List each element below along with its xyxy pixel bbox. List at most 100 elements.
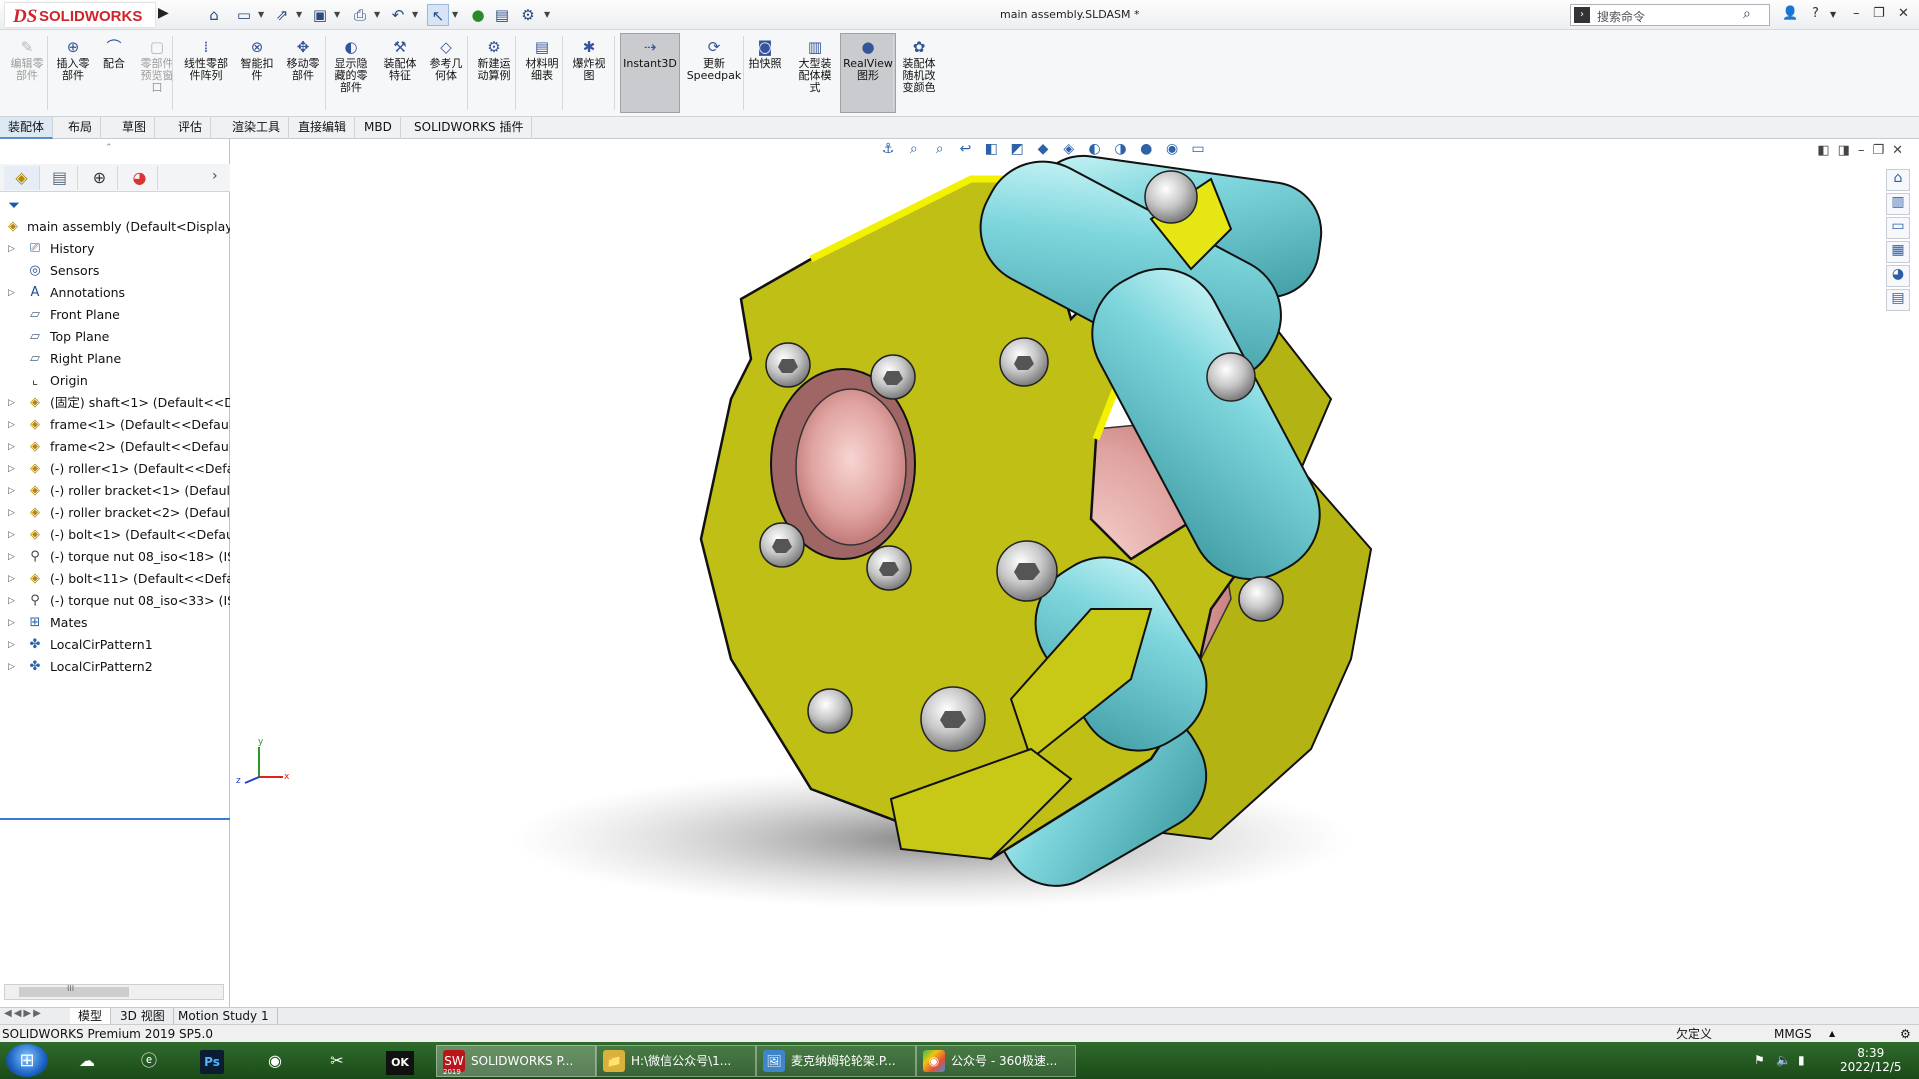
cmd-tab[interactable]: 直接编辑: [290, 117, 356, 139]
expand-arrow-icon[interactable]: ▷: [8, 414, 18, 436]
baidu-netdisk-icon[interactable]: ☁: [66, 1045, 108, 1076]
cmd-tab[interactable]: 渲染工具: [224, 117, 290, 139]
ie-browser-icon[interactable]: ⓔ: [128, 1045, 170, 1076]
tab-motion-study-1[interactable]: Motion Study 1: [170, 1008, 278, 1025]
help-icon[interactable]: ?: [1812, 6, 1819, 21]
cmd-component-preview-button[interactable]: ▢ 零部件 预览窗口: [137, 38, 177, 94]
tray-flag-icon[interactable]: ⚑: [1754, 1053, 1765, 1067]
cmd-exploded-view-button[interactable]: ✱ 爆炸视图: [568, 38, 610, 82]
tree-item[interactable]: ▱ Right Plane: [0, 348, 230, 370]
tree-item[interactable]: ▷ ◈ (-) roller<1> (Default<<Defaul: [0, 458, 230, 480]
snipping-tool-icon[interactable]: ✂: [316, 1045, 358, 1076]
taskbar-window-button[interactable]: 🖼 麦克纳姆轮轮架.P...: [756, 1045, 916, 1077]
tree-item[interactable]: ▷ ⚲ (-) torque nut 08_iso<18> (ISC: [0, 546, 230, 568]
featuremanager-tab-icon[interactable]: ◈: [4, 166, 40, 190]
tree-item[interactable]: ▷ ◈ (-) roller bracket<1> (Default<: [0, 480, 230, 502]
solidworks-logo[interactable]: DS SOLIDWORKS: [4, 2, 156, 28]
file-properties-icon[interactable]: ▤: [491, 4, 513, 26]
expand-arrow-icon[interactable]: ▷: [8, 502, 18, 524]
units-dropdown-icon[interactable]: ▲: [1829, 1025, 1835, 1043]
taskbar-window-button[interactable]: 📁 H:\微信公众号\1...: [596, 1045, 756, 1077]
tree-item[interactable]: ▷ ⚲ (-) torque nut 08_iso<33> (ISC: [0, 590, 230, 612]
start-button-icon[interactable]: ⊞: [6, 1044, 48, 1077]
save-dropdown-icon[interactable]: ▼: [334, 10, 340, 19]
expand-arrow-icon[interactable]: ▷: [8, 238, 18, 260]
cmd-instant3d-button[interactable]: ⇢ Instant3D: [620, 33, 680, 113]
open-folder-icon[interactable]: ⇗: [271, 4, 293, 26]
expand-arrow-icon[interactable]: ▷: [8, 634, 18, 656]
restore-window-icon[interactable]: ❐: [1873, 6, 1885, 21]
tabs-scroll-right-icon[interactable]: ›: [212, 168, 218, 184]
cmd-tab[interactable]: MBD: [356, 117, 401, 139]
undo-dropdown-icon[interactable]: ▼: [412, 10, 418, 19]
home-icon[interactable]: ⌂: [203, 4, 225, 26]
cmd-speedpak-button[interactable]: ⟳ 更新 Speedpak: [686, 38, 742, 82]
viewport-window-controls[interactable]: ◧◨–❐✕: [1817, 143, 1911, 158]
new-dropdown-icon[interactable]: ▼: [258, 10, 264, 19]
cmd-snapshot-button[interactable]: ◙ 拍快照: [746, 38, 784, 70]
expand-arrow-icon[interactable]: ▷: [8, 392, 18, 414]
tree-item[interactable]: ▷ ⎚ History: [0, 238, 230, 260]
expand-arrow-icon[interactable]: ▷: [8, 656, 18, 678]
cmd-new-motion-study-button[interactable]: ⚙ 新建运 动算例: [472, 38, 516, 82]
tree-item[interactable]: ▷ ◈ frame<1> (Default<<Default>_: [0, 414, 230, 436]
expand-arrow-icon[interactable]: ▷: [8, 524, 18, 546]
tree-item[interactable]: ▷ ✤ LocalCirPattern1: [0, 634, 230, 656]
cmd-large-assembly-button[interactable]: ▥ 大型装 配体模式: [793, 38, 837, 94]
cmd-move-component-button[interactable]: ✥ 移动零 部件: [280, 38, 326, 82]
unit-system-selector[interactable]: MMGS: [1774, 1025, 1812, 1043]
scrollbar-thumb[interactable]: III: [19, 984, 129, 997]
cmd-edit-component-button[interactable]: ✎ 编辑零 部件: [8, 38, 46, 82]
solidworks-resources-icon[interactable]: ⌂: [1886, 169, 1910, 191]
mecanum-wheel-model[interactable]: [431, 139, 1731, 1009]
taskbar-window-button[interactable]: SW 2019 SOLIDWORKS P...: [436, 1045, 596, 1077]
displaymanager-tab-icon[interactable]: ◕: [122, 166, 158, 190]
cmd-random-color-button[interactable]: ✿ 装配体 随机改 变颜色: [897, 38, 941, 94]
panel-collapse-handle[interactable]: ⌃: [105, 143, 113, 153]
options-dropdown-icon[interactable]: ▼: [544, 10, 550, 19]
menu-expand-arrow-icon[interactable]: ▶: [158, 5, 172, 25]
propertymanager-tab-icon[interactable]: ▤: [42, 166, 78, 190]
cmd-tab[interactable]: SOLIDWORKS 插件: [406, 117, 533, 139]
expand-arrow-icon[interactable]: ▷: [8, 458, 18, 480]
search-commands-input[interactable]: › 搜索命令 ⌕: [1570, 4, 1770, 26]
cmd-tab[interactable]: 草图: [114, 117, 156, 139]
cmd-tab[interactable]: 布局: [60, 117, 102, 139]
tree-item[interactable]: ▷ A Annotations: [0, 282, 230, 304]
open-dropdown-icon[interactable]: ▼: [296, 10, 302, 19]
expand-arrow-icon[interactable]: ▷: [8, 546, 18, 568]
cmd-insert-component-button[interactable]: ⊕ 插入零 部件: [52, 38, 94, 82]
file-explorer-icon[interactable]: ▭: [1886, 217, 1910, 239]
cmd-reference-geometry-button[interactable]: ◇ 参考几 何体: [425, 38, 467, 82]
recorder-icon[interactable]: ◉: [254, 1045, 296, 1076]
cmd-bom-button[interactable]: ▤ 材料明 细表: [522, 38, 562, 82]
search-icon[interactable]: ⌕: [1743, 6, 1751, 22]
cmd-show-hidden-button[interactable]: ◐ 显示隐 藏的零 部件: [330, 38, 372, 94]
close-window-icon[interactable]: ✕: [1898, 6, 1909, 21]
design-library-icon[interactable]: ▥: [1886, 193, 1910, 215]
panel-horizontal-scrollbar[interactable]: III: [4, 984, 224, 1000]
expand-arrow-icon[interactable]: ▷: [8, 282, 18, 304]
select-dropdown-icon[interactable]: ▼: [452, 10, 458, 19]
cmd-mate-button[interactable]: ⌒ 配合: [98, 38, 130, 70]
clock[interactable]: 8:39 2022/12/5: [1840, 1046, 1902, 1074]
search-mode-icon[interactable]: ›: [1574, 7, 1590, 23]
expand-arrow-icon[interactable]: ▷: [8, 568, 18, 590]
cmd-tab[interactable]: 装配体: [0, 117, 54, 139]
tree-item[interactable]: ▱ Top Plane: [0, 326, 230, 348]
print-icon[interactable]: ⎙: [349, 4, 371, 26]
tree-item[interactable]: ▱ Front Plane: [0, 304, 230, 326]
graphics-area[interactable]: ⚓ ⌕ ⌕ ↩ ◧ ◩ ◆ ◈ ◐ ◑ ● ◉ ▭ ◧◨–❐✕ ⌂ ▥ ▭ ▦ …: [231, 139, 1919, 1009]
user-account-icon[interactable]: 👤: [1782, 6, 1798, 21]
cmd-tab[interactable]: 评估: [170, 117, 212, 139]
cmd-smart-fasteners-button[interactable]: ⊗ 智能扣件: [238, 38, 276, 82]
tree-item[interactable]: ▷ ◈ (-) roller bracket<2> (Default<: [0, 502, 230, 524]
minimize-window-icon[interactable]: –: [1853, 6, 1860, 21]
tab-model[interactable]: 模型: [70, 1008, 112, 1025]
tree-item[interactable]: ▷ ✤ LocalCirPattern2: [0, 656, 230, 678]
tray-volume-icon[interactable]: 🔈: [1776, 1053, 1791, 1067]
tab-3d-views[interactable]: 3D 视图: [112, 1008, 174, 1025]
tree-item[interactable]: ▷ ◈ (-) bolt<11> (Default<<Defaul: [0, 568, 230, 590]
undo-icon[interactable]: ↶: [387, 4, 409, 26]
status-options-icon[interactable]: ⚙: [1900, 1025, 1911, 1043]
